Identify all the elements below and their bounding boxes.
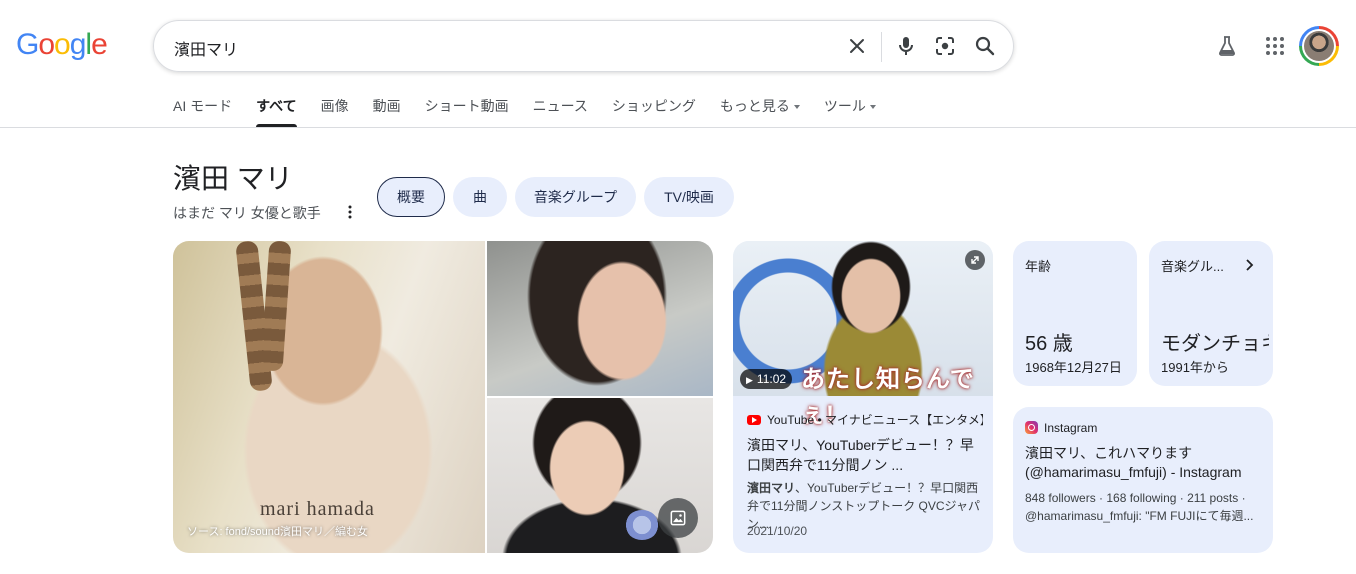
image-graphic — [625, 510, 659, 540]
expand-button[interactable] — [965, 250, 985, 270]
fact-sub: 1991年から — [1161, 360, 1229, 375]
mic-icon[interactable] — [894, 34, 918, 58]
tab-label: 画像 — [320, 98, 349, 114]
tab-label: すべて — [256, 98, 297, 114]
tab-label: ショート動画 — [424, 98, 509, 114]
fact-label: 音楽グル... — [1161, 259, 1224, 274]
image-portrait-1[interactable] — [487, 241, 713, 396]
image-source[interactable]: ソース: fond/sound濱田マリ／編む女 — [187, 523, 368, 539]
chip-songs[interactable]: 曲 — [453, 177, 507, 217]
fact-card-music-group[interactable]: 音楽グル... モダンチョキチョキズ 1991年から — [1149, 241, 1273, 386]
video-thumbnail[interactable]: あたし知らんでぇ! ▶ 11:02 — [733, 241, 993, 428]
video-duration: ▶ 11:02 — [740, 369, 793, 389]
video-title[interactable]: 濱田マリ、YouTuberデビュー！？早口関西弁で11分間ノン ... — [747, 435, 983, 475]
caret-down-icon — [793, 105, 800, 110]
tab-0[interactable]: AI モード — [173, 96, 232, 127]
more-images-button[interactable] — [658, 498, 698, 538]
instagram-card[interactable]: Instagram 濱田マリ、これハマります (@hamarimasu_fmfu… — [1013, 407, 1273, 553]
video-source[interactable]: YouTube • マイナビニュース【エンタメ】 — [747, 411, 983, 428]
instagram-source: Instagram — [1025, 421, 1097, 435]
header-divider — [0, 127, 1356, 128]
search-divider — [881, 32, 882, 62]
tab-7[interactable]: もっと見る — [720, 96, 800, 127]
youtube-icon — [747, 415, 761, 425]
tab-5[interactable]: ニュース — [533, 96, 588, 127]
instagram-title[interactable]: 濱田マリ、これハマります (@hamarimasu_fmfuji) - Inst… — [1025, 444, 1265, 482]
image-main[interactable]: mari hamada ソース: fond/sound濱田マリ／編む女 — [173, 241, 485, 553]
video-duration-text: 11:02 — [756, 372, 787, 386]
image-portrait-2[interactable] — [487, 398, 713, 553]
close-icon[interactable] — [845, 34, 869, 58]
logo-letter: o — [54, 28, 71, 61]
play-icon: ▶ — [746, 375, 753, 385]
account-avatar[interactable] — [1299, 26, 1339, 66]
video-desc-bold: 濱田マリ — [747, 481, 796, 495]
search-icon[interactable] — [973, 34, 997, 58]
more-options-icon[interactable] — [344, 204, 356, 220]
fact-value: モダンチョキチョキズ — [1161, 333, 1269, 355]
tab-1[interactable]: すべて — [256, 96, 298, 127]
apps-grid-icon[interactable] — [1263, 34, 1287, 58]
tab-6[interactable]: ショッピング — [612, 96, 696, 127]
tab-4[interactable]: ショート動画 — [425, 96, 509, 127]
search-box[interactable]: 濱田マリ — [153, 20, 1014, 72]
image-graphic — [260, 241, 292, 372]
expand-icon — [971, 256, 979, 264]
flask-icon[interactable] — [1215, 34, 1239, 58]
video-card[interactable]: あたし知らんでぇ! ▶ 11:02 YouTube • マイナビニュース【エンタメ… — [733, 241, 993, 553]
search-input[interactable]: 濱田マリ — [174, 36, 238, 60]
avatar-photo — [1304, 31, 1334, 61]
logo-letter: G — [16, 28, 39, 61]
tab-label: もっと見る — [719, 98, 790, 114]
tab-label: 動画 — [372, 98, 401, 114]
caret-down-icon — [869, 105, 876, 110]
fact-value: 56 歳 — [1025, 333, 1073, 355]
tab-3[interactable]: 動画 — [373, 96, 401, 127]
lens-icon[interactable] — [933, 34, 957, 58]
image-caption: mari hamada — [260, 498, 375, 520]
video-source-text: YouTube • マイナビニュース【エンタメ】 — [767, 413, 983, 427]
tab-label: ショッピング — [611, 98, 696, 114]
instagram-description: 848 followers · 168 following · 211 post… — [1025, 491, 1254, 523]
chip-overview[interactable]: 概要 — [377, 177, 445, 217]
logo-letter: o — [38, 28, 55, 61]
chevron-right-icon — [1246, 259, 1254, 271]
tab-label: ツール — [823, 98, 866, 114]
video-date: 2021/10/20 — [747, 524, 808, 538]
logo-letter: g — [69, 28, 87, 61]
chip-tv-movies[interactable]: TV/映画 — [644, 177, 734, 217]
tab-label: AI モード — [173, 98, 233, 114]
chip-music-groups[interactable]: 音楽グループ — [515, 177, 636, 217]
logo-letter: e — [91, 28, 108, 61]
tab-label: ニュース — [532, 98, 588, 114]
fact-sub: 1968年12月27日 — [1025, 360, 1122, 375]
instagram-source-text: Instagram — [1044, 421, 1098, 435]
fact-label: 年齢 — [1025, 259, 1052, 274]
image-icon — [670, 510, 686, 526]
tab-2[interactable]: 画像 — [321, 96, 349, 127]
google-logo[interactable]: Google — [16, 27, 108, 63]
instagram-icon — [1025, 421, 1038, 434]
tab-8[interactable]: ツール — [824, 96, 876, 127]
search-tabs: AI モード すべて 画像 動画 ショート動画 ニュース ショッピング もっと見る ツール — [173, 96, 900, 127]
entity-subtitle: はまだ マリ 女優と歌手 — [173, 205, 321, 221]
fact-card-age[interactable]: 年齢 56 歳 1968年12月27日 — [1013, 241, 1137, 386]
entity-title: 濱田 マリ — [173, 163, 293, 194]
